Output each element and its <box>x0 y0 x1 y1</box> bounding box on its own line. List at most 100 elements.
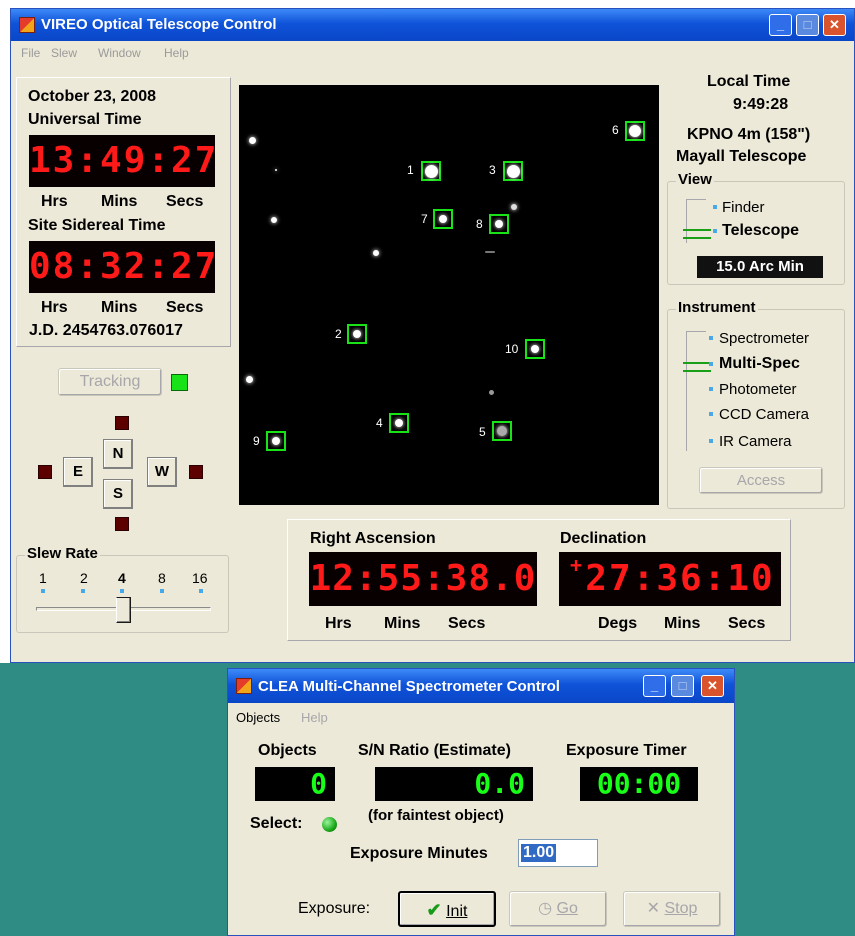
view-selector-thumb[interactable] <box>683 229 711 239</box>
exposure-minutes-field[interactable]: 1.00 <box>518 839 598 867</box>
east-button[interactable]: E <box>63 457 93 487</box>
object-marker-1[interactable] <box>421 161 441 181</box>
access-button[interactable]: Access <box>699 467 823 494</box>
star <box>485 251 495 253</box>
object-marker-4[interactable] <box>389 413 409 433</box>
declination-display: 27:36:10 <box>559 552 781 606</box>
close-button[interactable]: ✕ <box>823 14 846 36</box>
menu-objects[interactable]: Objects <box>236 710 280 725</box>
slew-rate-16[interactable]: 16 <box>192 570 208 586</box>
object-label-7: 7 <box>421 212 428 226</box>
spectrometer-app-icon <box>236 678 252 694</box>
slew-rate-4[interactable]: 4 <box>118 570 126 586</box>
object-label-8: 8 <box>476 217 483 231</box>
sky-view[interactable]: 1 2 3 4 5 6 7 8 9 10 <box>239 85 659 505</box>
telescope-control-window: VIREO Optical Telescope Control _ □ ✕ Fi… <box>10 8 855 663</box>
select-indicator[interactable] <box>322 817 337 832</box>
west-indicator <box>189 465 203 479</box>
west-button[interactable]: W <box>147 457 177 487</box>
declination-label: Declination <box>560 530 647 547</box>
slew-rate-title: Slew Rate <box>25 545 100 562</box>
go-button-label: Go <box>556 900 578 917</box>
view-tick <box>713 229 717 233</box>
ut-mins-label: Mins <box>101 193 138 210</box>
north-button[interactable]: N <box>103 439 133 469</box>
slew-tick <box>81 589 85 593</box>
init-button-label: Init <box>446 903 468 920</box>
universal-time-label: Universal Time <box>28 111 142 128</box>
go-button[interactable]: ◷ Go <box>509 891 607 927</box>
instrument-multi-spec[interactable]: Multi-Spec <box>719 355 800 373</box>
instrument-tick <box>709 412 713 416</box>
instrument-photometer[interactable]: Photometer <box>719 381 797 398</box>
st-mins-label: Mins <box>101 299 138 316</box>
menu-help[interactable]: Help <box>301 710 328 725</box>
object-marker-7[interactable] <box>433 209 453 229</box>
date-label: October 23, 2008 <box>28 88 157 105</box>
object-marker-8[interactable] <box>489 214 509 234</box>
spectrometer-title: CLEA Multi-Channel Spectrometer Control <box>258 678 560 695</box>
object-marker-5[interactable] <box>492 421 512 441</box>
instrument-selector-thumb[interactable] <box>683 362 711 372</box>
slew-rate-1[interactable]: 1 <box>39 570 47 586</box>
instrument-spectrometer[interactable]: Spectrometer <box>719 330 809 347</box>
spectrometer-close-button[interactable]: ✕ <box>701 675 724 697</box>
init-button[interactable]: ✔ Init <box>398 891 496 927</box>
spectrometer-maximize-button[interactable]: □ <box>671 675 694 697</box>
star <box>275 169 277 171</box>
object-marker-10[interactable] <box>525 339 545 359</box>
object-marker-9[interactable] <box>266 431 286 451</box>
dec-mins-label: Mins <box>664 615 701 632</box>
view-tick <box>713 205 717 209</box>
stop-icon: ✕ <box>646 900 661 917</box>
instrument-ccd-camera[interactable]: CCD Camera <box>719 406 809 423</box>
stop-button-label: Stop <box>664 900 698 917</box>
dec-secs-label: Secs <box>728 615 766 632</box>
maximize-button[interactable]: □ <box>796 14 819 36</box>
north-indicator <box>115 416 129 430</box>
object-label-6: 6 <box>612 123 619 137</box>
local-time-label: Local Time <box>707 73 791 90</box>
object-marker-2[interactable] <box>347 324 367 344</box>
minimize-button[interactable]: _ <box>769 14 792 36</box>
tracking-button[interactable]: Tracking <box>58 368 162 396</box>
select-label: Select: <box>250 815 303 832</box>
right-ascension-display: 12:55:38.0 <box>309 552 537 606</box>
dec-degs-label: Degs <box>598 615 638 632</box>
menu-window[interactable]: Window <box>98 46 141 60</box>
instrument-tick <box>709 362 713 366</box>
spectrometer-title-bar: CLEA Multi-Channel Spectrometer Control … <box>228 669 734 703</box>
slew-rate-2[interactable]: 2 <box>80 570 88 586</box>
instrument-tick <box>709 336 713 340</box>
spectrometer-window: CLEA Multi-Channel Spectrometer Control … <box>227 668 735 936</box>
view-title: View <box>676 171 714 188</box>
south-button[interactable]: S <box>103 479 133 509</box>
view-option-finder[interactable]: Finder <box>722 199 765 216</box>
object-marker-3[interactable] <box>503 161 523 181</box>
menu-help[interactable]: Help <box>164 46 189 60</box>
objects-display: 0 <box>255 767 335 801</box>
object-label-10: 10 <box>505 342 519 356</box>
object-marker-6[interactable] <box>625 121 645 141</box>
exposure-label: Exposure: <box>298 900 371 917</box>
slew-rate-slider-thumb[interactable] <box>116 597 131 623</box>
spectrometer-minimize-button[interactable]: _ <box>643 675 666 697</box>
exposure-timer-display: 00:00 <box>580 767 698 801</box>
universal-time-display: 13:49:27 <box>29 135 216 187</box>
star <box>489 390 494 395</box>
instrument-ir-camera[interactable]: IR Camera <box>719 433 792 450</box>
menu-slew[interactable]: Slew <box>51 46 77 60</box>
stop-button[interactable]: ✕ Stop <box>623 891 721 927</box>
field-of-view-display: 15.0 Arc Min <box>697 256 823 278</box>
window-title: VIREO Optical Telescope Control <box>41 16 277 33</box>
telescope-subtitle: Mayall Telescope <box>676 148 807 165</box>
ra-hrs-label: Hrs <box>325 615 352 632</box>
view-option-telescope[interactable]: Telescope <box>722 222 799 240</box>
local-time-value: 9:49:28 <box>733 96 789 113</box>
star <box>246 376 253 383</box>
tracking-indicator <box>171 374 188 391</box>
clock-icon: ◷ <box>538 900 553 917</box>
sidereal-time-display: 08:32:27 <box>29 241 216 293</box>
slew-rate-8[interactable]: 8 <box>158 570 166 586</box>
menu-file[interactable]: File <box>21 46 40 60</box>
